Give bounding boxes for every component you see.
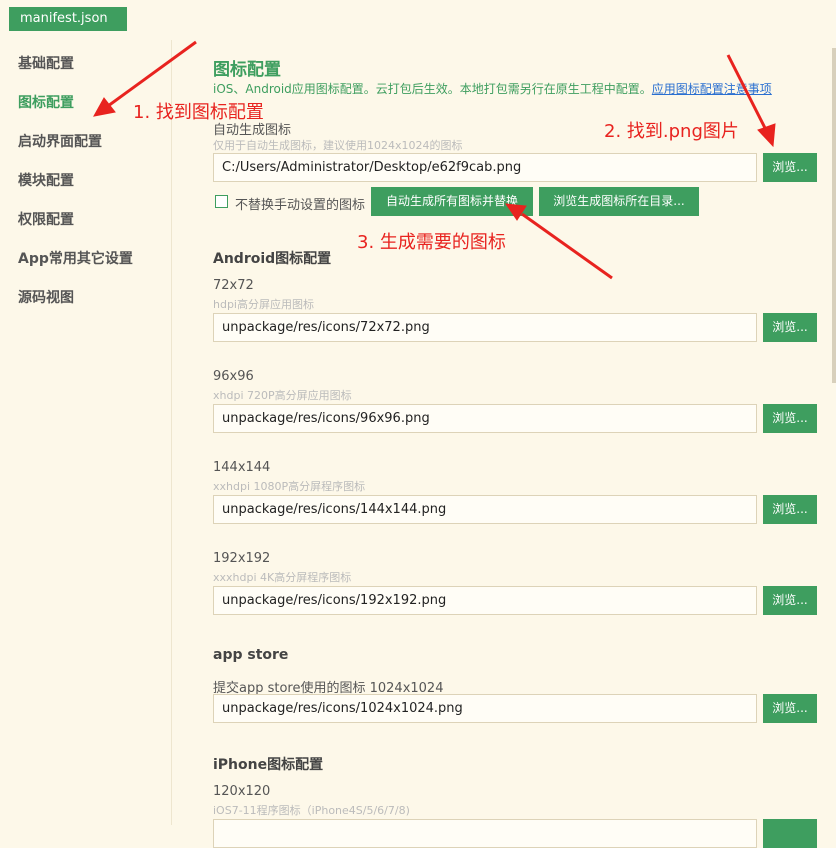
arrow-1-head-icon — [93, 97, 116, 117]
arrow-3 — [521, 212, 613, 280]
arrow-1 — [107, 40, 197, 108]
annotation-1: 1. 找到图标配置 — [133, 102, 264, 123]
arrow-3-head-icon — [504, 203, 527, 221]
annotation-3: 3. 生成需要的图标 — [357, 232, 506, 253]
arrow-2-head-icon — [757, 123, 776, 148]
annotation-2: 2. 找到.png图片 — [604, 121, 739, 142]
